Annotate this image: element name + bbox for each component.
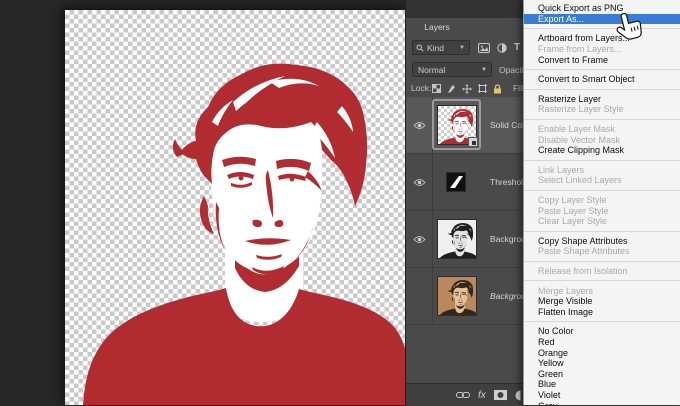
threshold-portrait-image [65, 10, 405, 405]
layer-thumbnail[interactable] [438, 277, 476, 315]
menu-item[interactable]: Red [524, 337, 680, 348]
menu-item: Frame from Layers... [524, 44, 680, 55]
lock-label: Lock: [411, 83, 431, 93]
menu-item[interactable]: No Color [524, 326, 680, 337]
tab-layers[interactable]: Layers [413, 18, 461, 37]
eye-icon [413, 121, 426, 130]
menu-item: Clear Layer Style [524, 216, 680, 227]
blend-mode-value: Normal [418, 65, 445, 75]
menu-item[interactable]: Orange [524, 347, 680, 358]
menu-item[interactable]: Blue [524, 379, 680, 390]
menu-item: Disable Vector Mask [524, 134, 680, 145]
menu-item[interactable]: Quick Export as PNG [524, 3, 680, 14]
menu-item[interactable]: Yellow [524, 358, 680, 369]
photoshop-window: { "colors": { "portrait_red": "#b02c31",… [0, 0, 680, 405]
kind-filter-dropdown[interactable]: Kind ▼ [412, 40, 470, 55]
visibility-toggle[interactable] [406, 97, 433, 153]
layer-thumbnail[interactable] [438, 220, 476, 258]
menu-item[interactable]: Merge Visible [524, 296, 680, 307]
layer-badge-icon [468, 137, 478, 147]
threshold-adjustment-icon[interactable] [447, 173, 465, 191]
visibility-toggle-off[interactable] [406, 268, 433, 324]
menu-separator [524, 160, 680, 161]
visibility-toggle[interactable] [406, 154, 433, 210]
menu-item[interactable]: Flatten Image [524, 306, 680, 317]
search-icon [416, 44, 424, 52]
menu-separator [524, 280, 680, 281]
menu-separator [524, 190, 680, 191]
lock-all-icon[interactable] [493, 84, 502, 94]
menu-item: Release from Isolation [524, 266, 680, 277]
layer-mask-icon[interactable] [494, 390, 507, 400]
menu-item[interactable]: Artboard from Layers... [524, 33, 680, 44]
menu-item-export-as[interactable]: Export As... [524, 14, 680, 25]
menu-item[interactable]: Green [524, 368, 680, 379]
menu-item[interactable]: Violet [524, 390, 680, 401]
menu-item: Link Layers [524, 165, 680, 176]
layer-context-menu: Quick Export as PNG Export As... Artboar… [523, 0, 680, 405]
canvas-document[interactable] [65, 10, 405, 405]
menu-item: Paste Shape Attributes [524, 246, 680, 257]
menu-separator [524, 28, 680, 29]
lock-transparent-icon[interactable] [432, 84, 441, 93]
chevron-down-icon: ▼ [481, 67, 487, 73]
menu-item[interactable]: Rasterize Layer [524, 94, 680, 105]
menu-item: Rasterize Layer Style [524, 104, 680, 115]
menu-item[interactable]: Convert to Smart Object [524, 74, 680, 85]
menu-separator [524, 69, 680, 70]
menu-separator [524, 119, 680, 120]
visibility-toggle[interactable] [406, 211, 433, 267]
menu-item: Enable Layer Mask [524, 124, 680, 135]
layer-effects-icon[interactable]: fx [478, 390, 486, 401]
eye-icon [413, 235, 426, 244]
menu-separator [524, 231, 680, 232]
menu-item: Select Linked Layers [524, 175, 680, 186]
menu-item: Merge Layers [524, 285, 680, 296]
menu-item: Paste Layer Style [524, 205, 680, 216]
link-layers-icon[interactable] [456, 391, 470, 399]
lock-artboard-icon[interactable] [478, 84, 487, 93]
blend-mode-dropdown[interactable]: Normal ▼ [412, 62, 492, 77]
selected-thumbnail-frame [432, 99, 481, 150]
menu-separator [524, 261, 680, 262]
chevron-down-icon: ▼ [459, 45, 465, 51]
menu-item[interactable]: Create Clipping Mask [524, 145, 680, 156]
type-filter-icon[interactable]: T [514, 42, 520, 53]
lock-pixels-icon[interactable] [447, 84, 456, 93]
menu-item[interactable]: Gray [524, 400, 680, 405]
lock-position-icon[interactable] [462, 84, 472, 94]
menu-item[interactable]: Convert to Frame [524, 54, 680, 65]
menu-item[interactable]: Copy Shape Attributes [524, 236, 680, 247]
adjustment-filter-icon[interactable] [497, 43, 507, 53]
menu-separator [524, 89, 680, 90]
eye-icon [413, 178, 426, 187]
pixel-filter-icon[interactable] [478, 43, 490, 53]
menu-separator [524, 321, 680, 322]
kind-filter-label: Kind [427, 43, 444, 53]
menu-item: Copy Layer Style [524, 195, 680, 206]
